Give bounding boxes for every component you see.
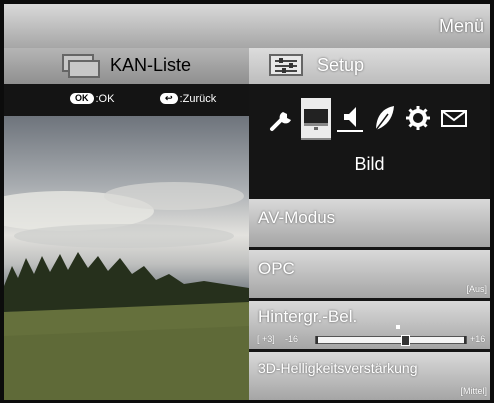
menu-header: Menü: [4, 4, 490, 48]
leaf-icon[interactable]: [369, 98, 399, 138]
tv-preview-image: [4, 116, 249, 400]
hint-ok-text: :OK: [95, 93, 115, 105]
category-label: Bild: [354, 154, 385, 174]
menu-item-backlight[interactable]: Hintergr.-Bel. [ +3] -16 +16: [249, 301, 490, 349]
menu-item-opc[interactable]: OPC [Aus]: [249, 250, 490, 298]
opc-label: OPC: [258, 259, 295, 278]
tab-setup-label: Setup: [317, 55, 365, 75]
channel-list-icon: [62, 54, 102, 78]
backlight-track[interactable]: [315, 335, 467, 346]
menu-title: Menü: [438, 16, 484, 36]
av-mode-label: AV-Modus: [258, 208, 336, 227]
backlight-max: +16: [470, 334, 486, 344]
wrench-icon[interactable]: [267, 98, 297, 138]
opc-value: [Aus]: [466, 284, 487, 294]
hint-back-text: :Zurück: [179, 93, 217, 105]
hint-ok: OK:OK: [70, 93, 114, 105]
backlight-label: Hintergr.-Bel.: [258, 307, 358, 326]
backlight-value: [ +3]: [257, 334, 275, 344]
category-icons: [249, 98, 490, 142]
envelope-icon[interactable]: [439, 98, 469, 138]
tab-setup[interactable]: Setup: [249, 48, 490, 84]
tab-channel-list[interactable]: KAN-Liste: [4, 48, 250, 84]
menu-item-av-mode[interactable]: AV-Modus: [249, 199, 490, 247]
backlight-slider[interactable]: [ +3] -16 +16: [257, 325, 487, 346]
tab-channel-list-label: KAN-Liste: [110, 55, 192, 75]
backlight-min: -16: [285, 334, 299, 344]
brightness3d-label: 3D-Helligkeitsverstärkung: [258, 360, 418, 376]
speaker-icon[interactable]: [335, 98, 365, 138]
tv-menu-screen: Menü KAN-Liste Setup OK:OK ↩:Zurück Bi…: [0, 0, 494, 403]
setup-panel: Bild AV-Modus OPC [Aus] Hintergr.-Bel. […: [249, 84, 490, 400]
menu-tabs: KAN-Liste Setup: [4, 48, 490, 84]
backlight-knob[interactable]: [401, 335, 410, 346]
picture-icon[interactable]: [301, 98, 331, 140]
hint-back: ↩:Zurück: [160, 93, 216, 105]
backlight-center-mark: [396, 325, 400, 329]
setup-sliders-icon: [269, 54, 303, 76]
gear-icon[interactable]: [403, 98, 433, 138]
brightness3d-value: [Mittel]: [460, 386, 487, 396]
return-key-icon: ↩: [160, 93, 178, 104]
ok-key-icon: OK: [70, 93, 94, 104]
menu-item-3d-brightness[interactable]: 3D-Helligkeitsverstärkung [Mittel]: [249, 352, 490, 400]
